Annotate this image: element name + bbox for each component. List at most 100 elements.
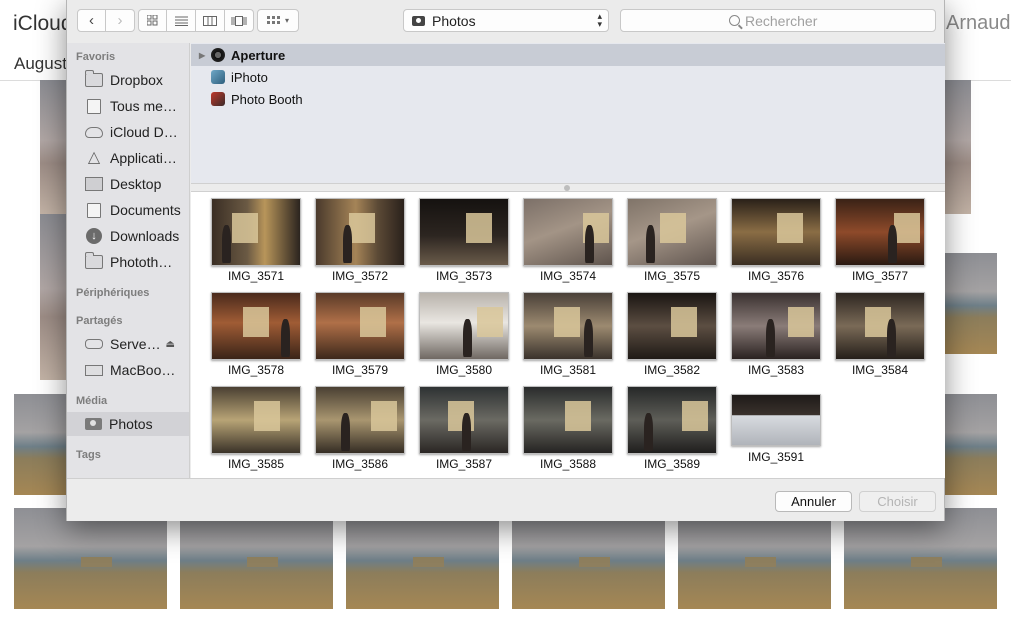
sidebar-item-photos[interactable]: Photos bbox=[67, 412, 189, 436]
background-photo[interactable] bbox=[40, 80, 68, 214]
pane-splitter[interactable] bbox=[191, 183, 945, 192]
photo-item[interactable]: IMG_3582 bbox=[620, 287, 724, 377]
photo-item[interactable]: IMG_3585 bbox=[204, 381, 308, 471]
photo-item[interactable]: IMG_3576 bbox=[724, 193, 828, 283]
sidebar-item-desktop[interactable]: Desktop bbox=[67, 172, 189, 196]
photo-thumbnail[interactable] bbox=[731, 198, 821, 266]
photo-item[interactable]: IMG_3571 bbox=[204, 193, 308, 283]
download-icon: ↓ bbox=[86, 228, 102, 244]
library-item-photo-booth[interactable]: Photo Booth bbox=[191, 88, 945, 110]
cancel-button[interactable]: Annuler bbox=[775, 491, 852, 512]
dialog-footer: Annuler Choisir bbox=[67, 478, 944, 521]
icon-view-button[interactable] bbox=[138, 9, 167, 32]
arrange-button[interactable]: ▾ bbox=[257, 9, 299, 32]
background-photo[interactable] bbox=[844, 508, 997, 609]
sidebar-item-macbook[interactable]: MacBoo… bbox=[67, 358, 189, 382]
location-label: Photos bbox=[432, 12, 476, 29]
column-view-icon bbox=[203, 15, 217, 26]
forward-button[interactable]: › bbox=[106, 9, 135, 32]
photo-thumbnail[interactable] bbox=[211, 292, 301, 360]
photo-item[interactable]: IMG_3588 bbox=[516, 381, 620, 471]
sidebar-item-applications[interactable]: △ Applicati… bbox=[67, 146, 189, 170]
photo-name: IMG_3575 bbox=[643, 269, 701, 283]
choose-button[interactable]: Choisir bbox=[859, 491, 936, 512]
photo-thumbnail[interactable] bbox=[315, 386, 405, 454]
photo-item[interactable]: IMG_3586 bbox=[308, 381, 412, 471]
photo-name: IMG_3591 bbox=[747, 450, 805, 464]
photo-booth-icon bbox=[211, 92, 225, 106]
photo-thumbnail[interactable] bbox=[731, 292, 821, 360]
back-button[interactable]: ‹ bbox=[77, 9, 106, 32]
photo-thumbnail[interactable] bbox=[627, 386, 717, 454]
photo-item[interactable]: IMG_3587 bbox=[412, 381, 516, 471]
background-photo[interactable] bbox=[14, 394, 68, 495]
background-photo[interactable] bbox=[14, 508, 167, 609]
photo-item[interactable]: IMG_3573 bbox=[412, 193, 516, 283]
background-photo[interactable] bbox=[180, 508, 333, 609]
disclosure-triangle-icon[interactable]: ▶ bbox=[199, 51, 205, 60]
photo-thumbnail[interactable] bbox=[835, 292, 925, 360]
list-view-button[interactable] bbox=[167, 9, 196, 32]
sidebar-item-dropbox[interactable]: Dropbox bbox=[67, 68, 189, 92]
sidebar-item-label: Phototh… bbox=[110, 254, 173, 270]
photo-thumbnail[interactable] bbox=[419, 198, 509, 266]
photo-thumbnail[interactable] bbox=[211, 198, 301, 266]
column-view-button[interactable] bbox=[196, 9, 225, 32]
background-photo[interactable] bbox=[944, 394, 997, 495]
photo-thumbnail[interactable] bbox=[523, 386, 613, 454]
arrange-grid-icon bbox=[266, 16, 280, 24]
photo-thumbnail[interactable] bbox=[627, 292, 717, 360]
splitter-handle-icon[interactable] bbox=[564, 185, 570, 191]
photo-thumbnail[interactable] bbox=[523, 292, 613, 360]
background-photo[interactable] bbox=[512, 508, 665, 609]
photo-item[interactable]: IMG_3572 bbox=[308, 193, 412, 283]
photo-item[interactable]: IMG_3577 bbox=[828, 193, 932, 283]
photo-item[interactable]: IMG_3574 bbox=[516, 193, 620, 283]
photo-thumbnail[interactable] bbox=[731, 394, 821, 446]
photo-item[interactable]: IMG_3579 bbox=[308, 287, 412, 377]
folder-icon bbox=[85, 252, 103, 269]
library-item-iphoto[interactable]: iPhoto bbox=[191, 66, 945, 88]
photo-thumbnail[interactable] bbox=[211, 386, 301, 454]
location-popup[interactable]: Photos ▴ ▾ bbox=[403, 9, 609, 32]
sidebar-item-downloads[interactable]: ↓ Downloads bbox=[67, 224, 189, 248]
photo-thumbnail[interactable] bbox=[315, 198, 405, 266]
eject-icon[interactable]: ⏏ bbox=[166, 339, 175, 350]
photo-thumbnail[interactable] bbox=[835, 198, 925, 266]
photo-item[interactable]: IMG_3589 bbox=[620, 381, 724, 471]
search-input[interactable] bbox=[745, 12, 827, 29]
photo-item[interactable]: IMG_3583 bbox=[724, 287, 828, 377]
sidebar-item-documents[interactable]: Documents bbox=[67, 198, 189, 222]
photo-item[interactable]: IMG_3584 bbox=[828, 287, 932, 377]
sidebar-item-all-my-files[interactable]: Tous me… bbox=[67, 94, 189, 118]
background-photo[interactable] bbox=[40, 214, 68, 380]
photo-thumbnail[interactable] bbox=[523, 198, 613, 266]
library-item-aperture[interactable]: ▶ Aperture bbox=[191, 44, 945, 66]
photo-thumbnail[interactable] bbox=[419, 292, 509, 360]
applications-icon: △ bbox=[87, 149, 101, 166]
photo-name: IMG_3571 bbox=[227, 269, 285, 283]
sidebar-item-icloud-drive[interactable]: iCloud D… bbox=[67, 120, 189, 144]
user-name: Arnaud bbox=[946, 12, 1011, 34]
coverflow-view-button[interactable] bbox=[225, 9, 254, 32]
browser-content: ▶ Aperture iPhoto Photo Booth IMG_3571 IM… bbox=[191, 43, 945, 478]
photo-item[interactable]: IMG_3575 bbox=[620, 193, 724, 283]
background-photo[interactable] bbox=[944, 253, 997, 354]
photo-thumbnail[interactable] bbox=[315, 292, 405, 360]
sidebar-item-server[interactable]: Serve… ⏏ bbox=[67, 332, 189, 356]
photo-name: IMG_3576 bbox=[747, 269, 805, 283]
photo-item[interactable]: IMG_3580 bbox=[412, 287, 516, 377]
background-photo[interactable] bbox=[678, 508, 831, 609]
photo-name: IMG_3581 bbox=[539, 363, 597, 377]
photo-item[interactable]: IMG_3591 bbox=[724, 381, 828, 471]
photo-item[interactable]: IMG_3578 bbox=[204, 287, 308, 377]
updown-arrows-icon: ▴ ▾ bbox=[597, 11, 602, 29]
camera-icon bbox=[85, 418, 102, 430]
search-field[interactable] bbox=[620, 9, 936, 32]
photo-thumbnail[interactable] bbox=[627, 198, 717, 266]
photo-item[interactable]: IMG_3581 bbox=[516, 287, 620, 377]
background-photo[interactable] bbox=[346, 508, 499, 609]
sidebar-item-phototheque[interactable]: Phototh… bbox=[67, 250, 189, 274]
background-photo[interactable] bbox=[944, 80, 971, 214]
photo-thumbnail[interactable] bbox=[419, 386, 509, 454]
